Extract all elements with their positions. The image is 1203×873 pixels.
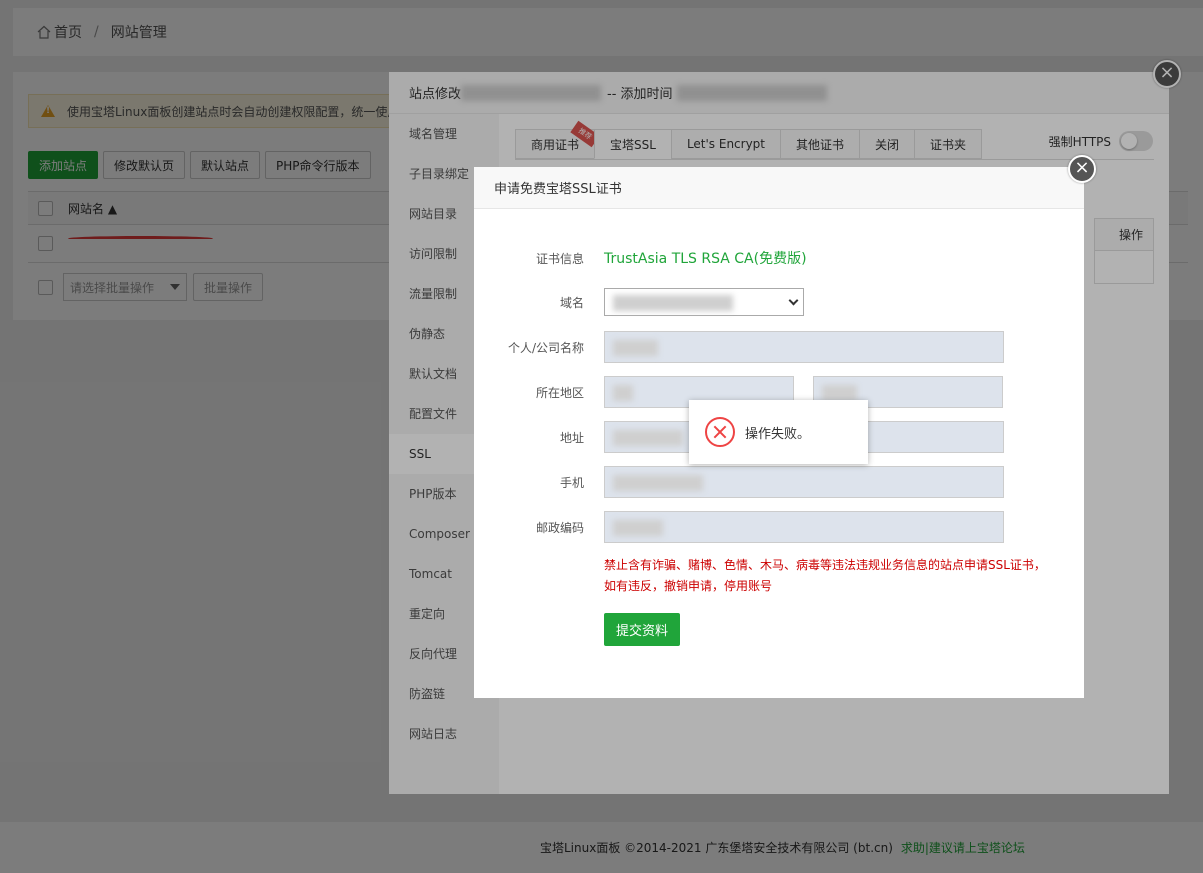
notice-line-1: 禁止含有诈骗、赌博、色情、木马、病毒等违法违规业务信息的站点申请SSL证书，: [604, 558, 1046, 572]
company-row: 个人/公司名称: [474, 331, 1004, 363]
phone-label: 手机: [559, 475, 584, 490]
cert-info-value: TrustAsia TLS RSA CA(免费版): [604, 251, 807, 267]
domain-label: 域名: [559, 295, 584, 310]
company-input[interactable]: [604, 331, 1004, 363]
error-toast: 操作失败。: [689, 400, 868, 464]
zip-row: 邮政编码: [474, 511, 1004, 543]
notice-line-2: 如有违反，撤销申请，停用账号: [604, 579, 773, 593]
compliance-notice: 禁止含有诈骗、赌博、色情、木马、病毒等违法违规业务信息的站点申请SSL证书， 如…: [604, 555, 1064, 597]
cert-info-row: 证书信息 TrustAsia TLS RSA CA(免费版): [474, 248, 807, 268]
redacted-value: [613, 340, 658, 356]
redacted-value: [613, 385, 633, 401]
redacted-value: [613, 475, 703, 491]
address-label: 地址: [559, 430, 584, 445]
domain-select[interactable]: [604, 288, 804, 316]
error-icon: [705, 417, 735, 447]
chevron-down-icon: [788, 295, 799, 306]
toast-message: 操作失败。: [745, 426, 811, 442]
ssl-dialog-title: 申请免费宝塔SSL证书: [474, 167, 1084, 209]
phone-input[interactable]: [604, 466, 1004, 498]
redacted-domain: [613, 295, 733, 311]
domain-row: 域名: [474, 288, 804, 316]
submit-button[interactable]: 提交资料: [604, 613, 681, 646]
redacted-value: [613, 430, 683, 446]
zip-input[interactable]: [604, 511, 1004, 543]
phone-row: 手机: [474, 466, 1004, 498]
redacted-value: [822, 385, 857, 401]
company-label: 个人/公司名称: [507, 340, 584, 355]
close-icon[interactable]: ×: [1068, 155, 1096, 183]
redacted-value: [613, 520, 663, 536]
zip-label: 邮政编码: [535, 520, 584, 535]
region-label: 所在地区: [535, 385, 584, 400]
cert-info-label: 证书信息: [535, 251, 584, 266]
